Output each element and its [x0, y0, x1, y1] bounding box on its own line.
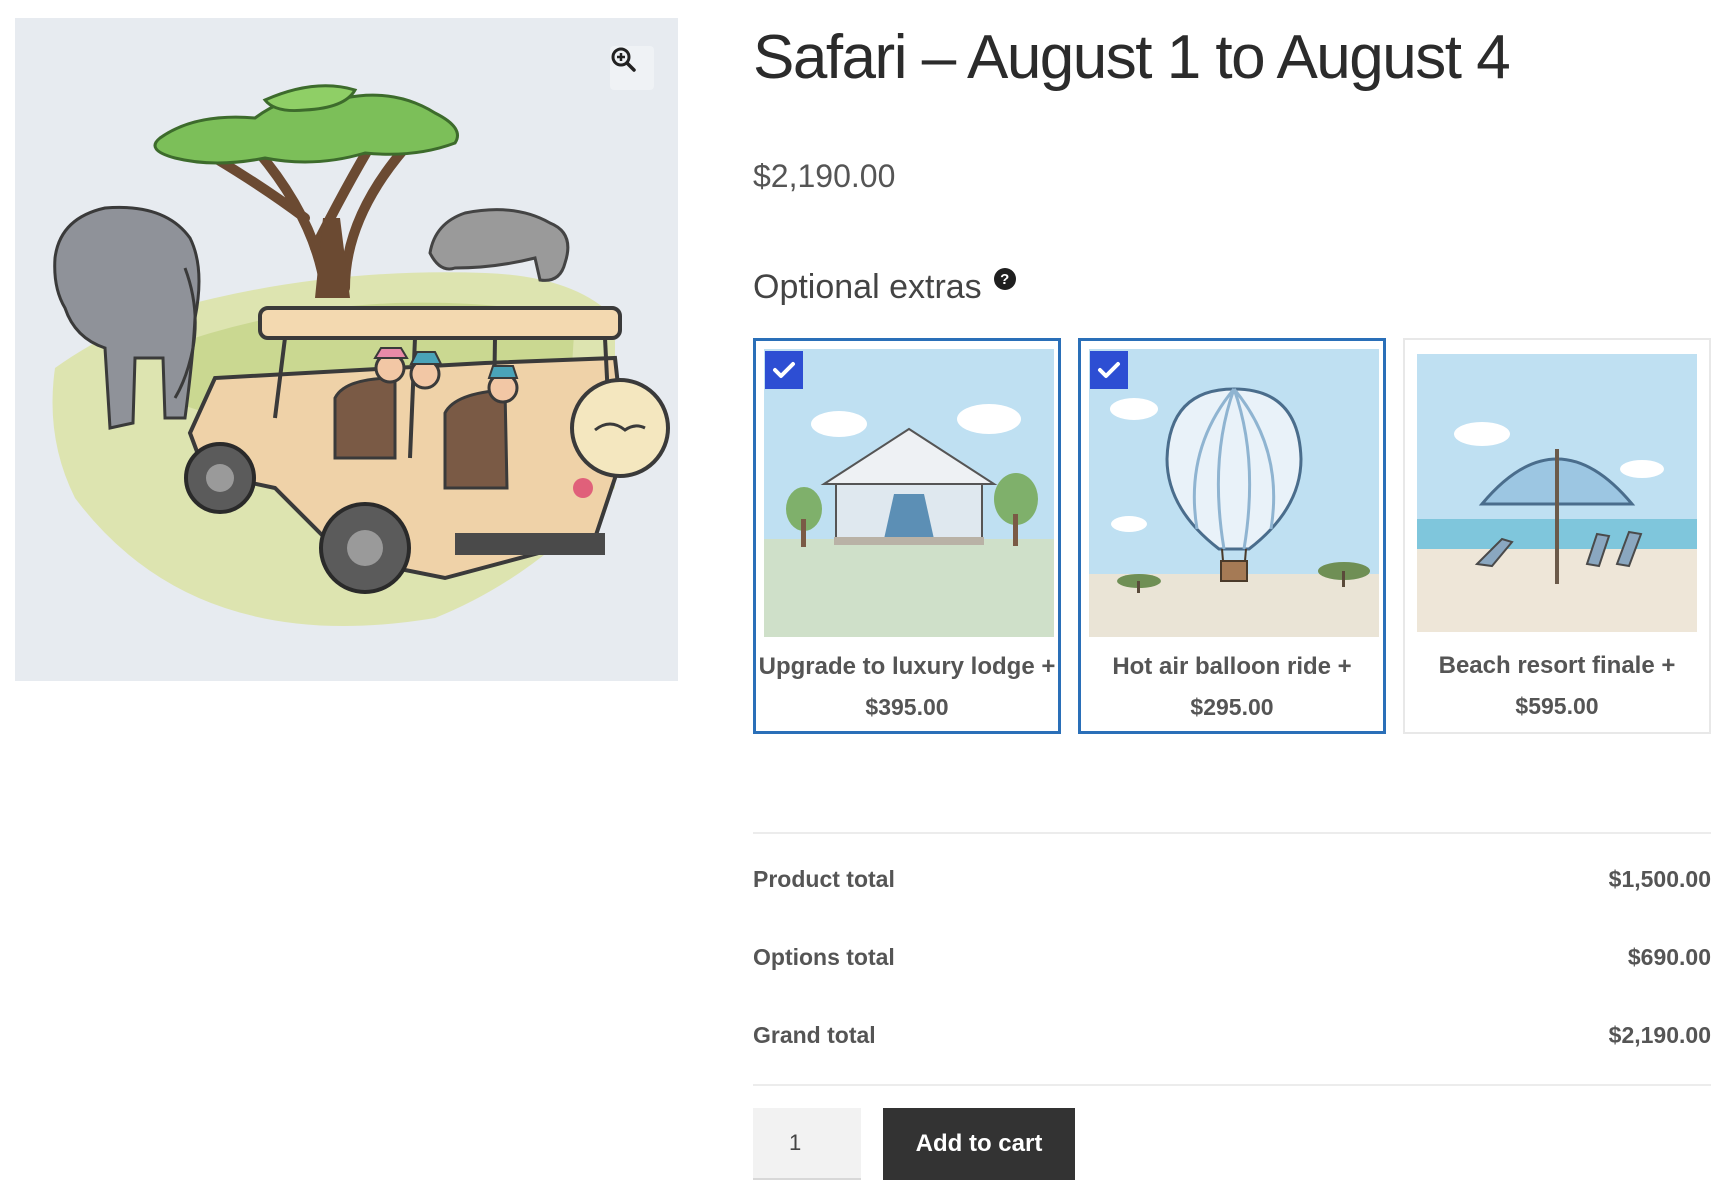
- extra-option-name: Hot air balloon ride +: [1112, 653, 1352, 680]
- extra-option-name: Upgrade to luxury lodge +: [758, 653, 1056, 680]
- product-total-row: Product total $1,500.00: [753, 866, 1711, 893]
- extras-heading: Optional extras ?: [753, 268, 1016, 307]
- product-title: Safari – August 1 to August 4: [753, 23, 1511, 92]
- total-row-label: Product total: [753, 866, 895, 892]
- beach-image: [1417, 354, 1697, 632]
- grand-total-row: Grand total $2,190.00: [753, 1022, 1711, 1049]
- checkbox-checked-icon[interactable]: [1090, 351, 1128, 389]
- balloon-image: [1089, 349, 1379, 637]
- total-row-label: Grand total: [753, 1022, 876, 1048]
- extra-option-balloon-ride[interactable]: Hot air balloon ride + $295.00: [1078, 338, 1386, 734]
- product-summary: Safari – August 1 to August 4 $2,190.00 …: [753, 0, 1711, 1200]
- options-total-row: Options total $690.00: [753, 944, 1711, 971]
- total-row-value: $2,190.00: [1608, 1022, 1711, 1048]
- total-row-value: $690.00: [1627, 944, 1711, 970]
- product-image-gallery[interactable]: [15, 18, 678, 681]
- extra-option-price: $395.00: [865, 694, 949, 720]
- zoom-button[interactable]: [610, 46, 654, 90]
- add-to-cart-button[interactable]: Add to cart: [883, 1108, 1075, 1180]
- safari-illustration: [52, 84, 670, 626]
- totals-table: Product total $1,500.00 Options total $6…: [753, 832, 1711, 1086]
- help-icon[interactable]: ?: [993, 268, 1016, 290]
- total-row-value: $1,500.00: [1608, 866, 1711, 892]
- add-to-cart-form: Add to cart: [753, 1108, 1075, 1180]
- extra-option-price: $295.00: [1190, 694, 1274, 720]
- extras-heading-label: Optional extras: [753, 268, 982, 306]
- zoom-in-icon: [611, 47, 636, 72]
- checkbox-checked-icon[interactable]: [765, 351, 803, 389]
- extra-option-price: $595.00: [1515, 693, 1599, 719]
- quantity-input[interactable]: [753, 1108, 861, 1180]
- product-price: $2,190.00: [753, 158, 896, 194]
- extra-option-name: Beach resort finale +: [1438, 652, 1676, 679]
- extra-option-beach-resort[interactable]: Beach resort finale + $595.00: [1403, 338, 1711, 734]
- extras-list: Upgrade to luxury lodge + $395.00 Hot ai…: [753, 338, 1711, 736]
- total-row-label: Options total: [753, 944, 895, 970]
- lodge-image: [764, 349, 1054, 637]
- extra-option-luxury-lodge[interactable]: Upgrade to luxury lodge + $395.00: [753, 338, 1061, 734]
